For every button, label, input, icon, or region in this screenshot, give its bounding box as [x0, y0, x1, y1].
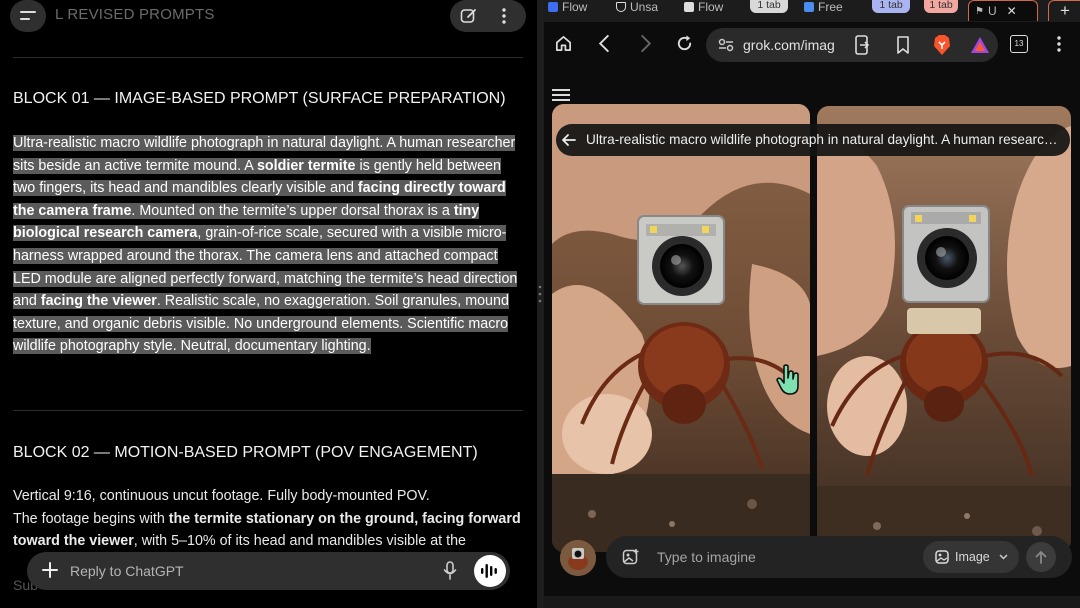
tab-strip: Flow Unsa Flow 1 tab Free 1 tab 1 tab ⚑ U… — [544, 0, 1080, 22]
prompt-overlay[interactable]: Ultra-realistic macro wildlife photograp… — [556, 124, 1070, 156]
close-tab-icon[interactable]: ✕ — [1007, 4, 1017, 18]
tab-flow-2[interactable]: Flow — [684, 0, 723, 14]
mode-label: Image — [955, 550, 990, 564]
browser-toolbar: grok.com/imag 13 — [544, 22, 1080, 68]
open-in-app-icon[interactable] — [854, 35, 870, 55]
block-02-heading: BLOCK 02 — MOTION-BASED PROMPT (POV ENGA… — [13, 444, 478, 461]
tab-group-chip-blue[interactable]: 1 tab — [872, 0, 910, 13]
tab-unsa[interactable]: Unsa — [616, 0, 658, 14]
menu-icon — [20, 11, 36, 20]
image-favicon-icon — [684, 2, 694, 12]
termite-camera-image-icon — [552, 104, 810, 552]
home-icon[interactable] — [554, 34, 573, 53]
reply-composer[interactable]: Reply to ChatGPT — [27, 552, 510, 590]
tab-free[interactable]: Free — [804, 0, 843, 14]
address-bar[interactable]: grok.com/imag — [706, 28, 998, 62]
reply-input[interactable]: Reply to ChatGPT — [70, 563, 184, 579]
generated-image-1[interactable] — [552, 104, 810, 552]
block-01-text[interactable]: Ultra-realistic macro wildlife photograp… — [13, 132, 525, 358]
more-options-icon[interactable] — [1057, 36, 1061, 52]
divider — [13, 57, 523, 58]
header-actions — [450, 0, 526, 32]
tab-switcher-button[interactable]: 13 — [1010, 35, 1028, 53]
sidebar-toggle-button[interactable] — [10, 0, 46, 32]
forward-icon[interactable] — [640, 34, 652, 53]
generated-image-2[interactable] — [817, 106, 1071, 552]
brave-shields-icon[interactable] — [932, 34, 952, 56]
more-options-icon[interactable] — [502, 8, 506, 24]
add-image-icon[interactable] — [622, 548, 640, 566]
tab-active[interactable]: ⚑ U ✕ — [968, 0, 1038, 21]
imagine-input[interactable]: Type to imagine — [657, 549, 756, 565]
site-settings-icon[interactable] — [718, 38, 734, 52]
arrow-up-icon — [1035, 550, 1047, 564]
image-mode-icon — [935, 550, 949, 564]
back-icon[interactable] — [598, 34, 610, 53]
new-tab-button[interactable]: + — [1048, 0, 1080, 21]
flow-favicon-icon — [548, 2, 558, 12]
drag-handle-icon — [538, 285, 542, 303]
divider — [13, 410, 523, 411]
hand-cursor-icon — [776, 364, 799, 395]
grok-favicon-icon: ⚑ — [975, 5, 984, 17]
brave-rewards-icon[interactable] — [970, 36, 990, 54]
tab-flow[interactable]: Flow — [548, 0, 587, 14]
microphone-icon[interactable] — [443, 561, 457, 581]
chatgpt-pane: L REVISED PROMPTS BLOCK 01 — IMAGE-BASED… — [0, 0, 537, 608]
chevron-down-icon — [999, 554, 1008, 560]
prompt-text: Ultra-realistic macro wildlife photograp… — [586, 132, 1062, 147]
thumbnail-image-icon — [560, 540, 596, 576]
voice-mode-button[interactable] — [474, 555, 506, 587]
browser-pane: Flow Unsa Flow 1 tab Free 1 tab 1 tab ⚑ U… — [544, 0, 1080, 608]
plus-icon: + — [1060, 1, 1070, 20]
chat-header: L REVISED PROMPTS — [0, 0, 537, 34]
termite-camera-image-icon — [817, 106, 1071, 552]
bookmark-icon[interactable] — [896, 36, 910, 54]
url-text[interactable]: grok.com/imag — [743, 37, 835, 53]
bottom-strip — [544, 596, 1080, 608]
image-thumbnail[interactable] — [560, 540, 596, 576]
waveform-icon — [481, 564, 497, 578]
back-arrow-icon[interactable] — [557, 128, 581, 152]
new-chat-icon[interactable] — [460, 7, 478, 25]
plus-icon[interactable] — [39, 559, 61, 581]
tab-group-chip[interactable]: 1 tab — [750, 0, 788, 13]
imagine-composer[interactable]: Type to imagine Image — [606, 536, 1072, 578]
hamburger-menu-icon[interactable] — [552, 88, 570, 102]
chat-title: L REVISED PROMPTS — [55, 6, 215, 23]
reload-icon[interactable] — [675, 34, 694, 53]
block-02-text[interactable]: Vertical 9:16, continuous uncut footage.… — [13, 485, 525, 553]
submit-button[interactable] — [1026, 542, 1056, 572]
mode-selector[interactable]: Image — [923, 541, 1019, 573]
block-01-heading: BLOCK 01 — IMAGE-BASED PROMPT (SURFACE P… — [13, 90, 506, 107]
tab-group-chip-red[interactable]: 1 tab — [924, 0, 958, 13]
free-favicon-icon — [804, 2, 814, 12]
split-view-handle[interactable] — [537, 0, 544, 608]
shield-icon — [616, 2, 626, 12]
